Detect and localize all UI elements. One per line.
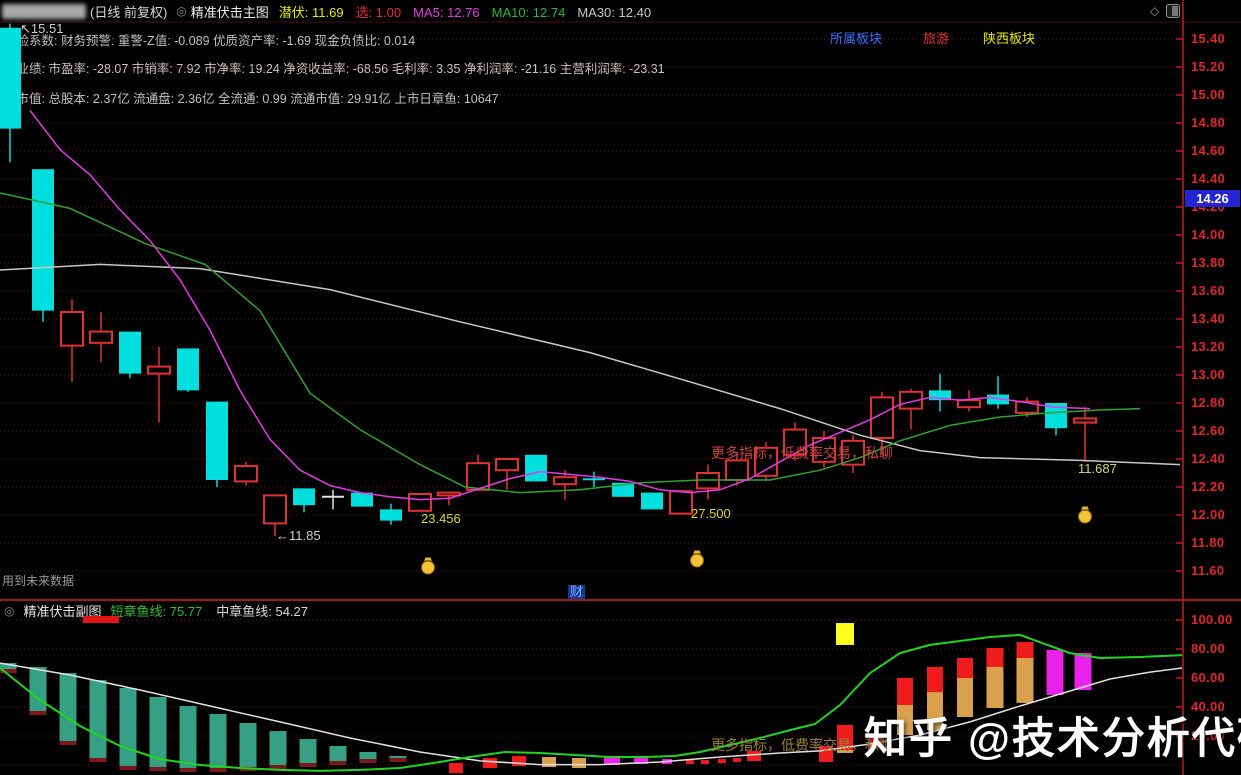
- histogram-bar: [483, 758, 497, 769]
- histogram-bar: [512, 756, 526, 767]
- region-link[interactable]: 陕西板块: [983, 28, 1035, 47]
- indicator-value-label: 11.687: [1078, 461, 1117, 476]
- ad-text: 更多指标，低费率交易，私聊: [711, 445, 893, 461]
- histogram-bar: [449, 762, 463, 773]
- histogram-bar: [733, 758, 741, 762]
- histogram-bar: [89, 680, 107, 762]
- stock-chart-canvas[interactable]: [0, 0, 1241, 775]
- sub-indicator-header: ◎ 精准伏击副图 短章鱼线: 75.77 中章鱼线: 54.27: [0, 601, 322, 620]
- axis-price-label: 13.80: [1191, 255, 1226, 270]
- histogram-bar: [59, 673, 77, 745]
- axis-price-label: 15.00: [1191, 87, 1226, 102]
- sub-indicator-values: 短章鱼线: 75.77 中章鱼线: 54.27: [111, 601, 323, 620]
- axis-price-label: 14.60: [1191, 143, 1226, 158]
- diamond-icon[interactable]: ◇: [1150, 5, 1159, 17]
- xuan-value: 选: 1.00: [355, 4, 402, 20]
- cursor-price-label: ↖15.51: [20, 21, 64, 36]
- axis-price-label: 13.40: [1191, 311, 1226, 326]
- histogram-bar: [299, 739, 317, 768]
- red-marker-bar: [83, 616, 119, 623]
- future-data-warning: 用到未来数据: [2, 574, 75, 588]
- ma5-value: MA5: 12.76: [413, 4, 480, 20]
- axis-price-label: 12.60: [1191, 423, 1226, 438]
- axis-price-label: 13.60: [1191, 283, 1226, 298]
- axis-price-label: 13.00: [1191, 367, 1226, 382]
- histogram-bar: [1074, 653, 1092, 691]
- histogram-bar: [1016, 657, 1034, 703]
- axis-price-label: 60.00: [1191, 670, 1226, 685]
- ma-line-MA5: [29, 109, 1091, 501]
- panel-layout-icon-fill: [1171, 6, 1179, 16]
- collapse-main-icon[interactable]: ◎: [176, 4, 186, 18]
- histogram-bar: [701, 760, 709, 764]
- short-octopus-value: 短章鱼线: 75.77: [110, 604, 203, 619]
- axis-price-label: 13.20: [1191, 339, 1226, 354]
- watermark: 知乎 @技术分析代码: [864, 715, 1241, 763]
- indicator-value-label: 27.500: [691, 506, 731, 521]
- period-label: (日线 前复权): [90, 4, 168, 20]
- axis-price-label: 15.40: [1191, 31, 1226, 46]
- axis-price-label: 14.80: [1191, 115, 1226, 130]
- low-price-label: ←11.85: [276, 528, 321, 543]
- ma30-value: MA30: 12.40: [577, 4, 652, 20]
- axis-price-label: 15.20: [1191, 59, 1226, 74]
- axis-price-label: 12.20: [1191, 479, 1226, 494]
- axis-price-label: 100.00: [1191, 612, 1233, 627]
- histogram-bar: [897, 678, 913, 705]
- axis-price-label: 12.00: [1191, 507, 1226, 522]
- histogram-bar: [572, 758, 586, 769]
- histogram-bar: [686, 760, 694, 764]
- histogram-bar: [29, 666, 47, 715]
- axis-price-label: 80.00: [1191, 641, 1226, 656]
- histogram-bar: [986, 666, 1004, 709]
- window-corner-icons: ◇: [1150, 4, 1181, 18]
- axis-price-label: 14.00: [1191, 227, 1226, 242]
- axis-price-label: 11.60: [1191, 563, 1225, 578]
- histogram-bar: [269, 731, 287, 770]
- axis-price-label: 11.80: [1191, 535, 1225, 550]
- mid-octopus-value: 中章鱼线: 54.27: [216, 604, 309, 619]
- histogram-bar: [119, 688, 137, 770]
- trading-app-window: (日线 前复权) ◎ 精准伏击主图 潜伏: 11.69 选: 1.00 MA5: 1…: [0, 0, 1241, 775]
- histogram-bar: [986, 647, 1004, 667]
- indicator-values: 潜伏: 11.69 选: 1.00 MA5: 12.76 MA10: 12.74 MA3…: [279, 2, 663, 21]
- histogram-bar: [836, 623, 854, 645]
- axis-price-label: 12.40: [1191, 451, 1226, 466]
- money-bag-icon: [690, 550, 704, 568]
- histogram-bar: [1046, 650, 1064, 695]
- axis-price-label: 12.80: [1191, 395, 1226, 410]
- industry-link[interactable]: 旅游: [923, 28, 949, 47]
- collapse-sub-icon[interactable]: ◎: [4, 604, 14, 618]
- qianfu-value: 潜伏: 11.69: [278, 4, 344, 20]
- money-bag-icon: [421, 557, 435, 575]
- stock-name-censored: [2, 3, 86, 19]
- money-bag-icon: [1078, 506, 1092, 524]
- current-price-tag: 14.26: [1185, 189, 1240, 207]
- axis-price-label: 14.40: [1191, 171, 1226, 186]
- panel-layout-icon[interactable]: [1166, 4, 1181, 18]
- histogram-bar: [239, 722, 257, 771]
- plate-link[interactable]: 所属板块: [830, 28, 882, 47]
- ma-line-MA10: [0, 192, 1141, 494]
- title-bar: (日线 前复权) ◎ 精准伏击主图 潜伏: 11.69 选: 1.00 MA5: 1…: [0, 0, 1241, 22]
- histogram-bar: [1016, 642, 1034, 658]
- ma10-value: MA10: 12.74: [491, 4, 566, 20]
- histogram-bar: [209, 713, 227, 772]
- histogram-bar: [927, 666, 943, 693]
- finance-marker: 财: [568, 584, 586, 600]
- main-indicator-name[interactable]: 精准伏击主图: [191, 2, 269, 21]
- histogram-bar: [542, 757, 556, 768]
- histogram-bar: [718, 759, 726, 763]
- indicator-value-label: 23.456: [421, 511, 461, 526]
- histogram-bar: [957, 657, 973, 678]
